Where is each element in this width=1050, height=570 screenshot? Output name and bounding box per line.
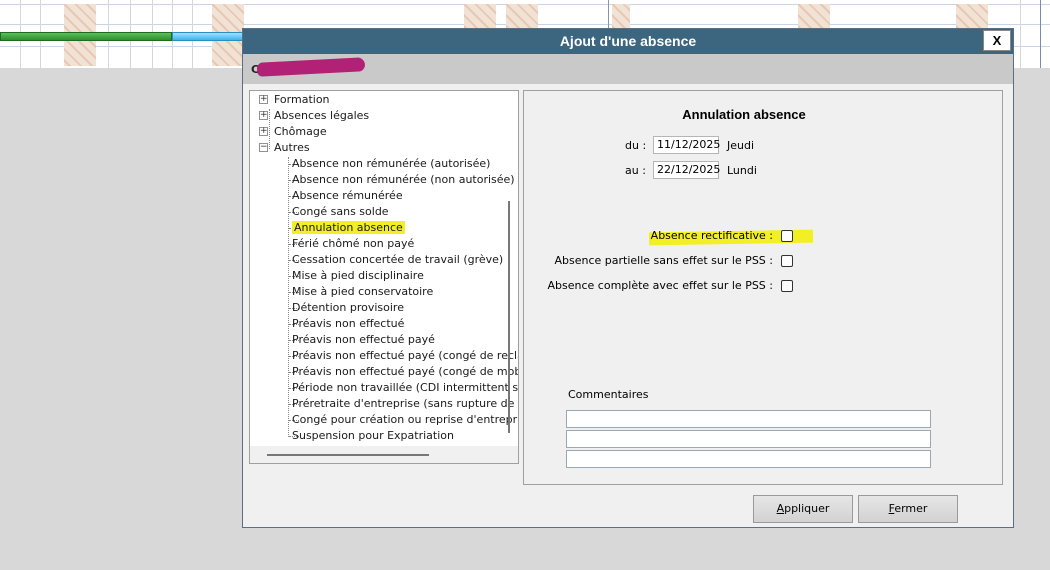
employee-band: C bbox=[243, 54, 1013, 84]
start-date-field[interactable]: 11/12/2025 bbox=[653, 136, 720, 154]
comment-line-2[interactable] bbox=[566, 430, 931, 448]
tree-item-label: Annulation absence bbox=[292, 221, 405, 234]
redaction-scribble bbox=[256, 57, 366, 77]
tree-item-label: Période non travaillée (CDI intermittent… bbox=[292, 381, 519, 394]
tree-item[interactable]: Congé pour création ou reprise d'entrepr… bbox=[292, 412, 519, 428]
absence-complete-label: Absence complète avec effet sur le PSS : bbox=[547, 279, 774, 292]
tree-item[interactable]: Absence non rémunérée (non autorisée) bbox=[292, 172, 515, 188]
tree-item[interactable]: Mise à pied conservatoire bbox=[292, 284, 433, 300]
absence-partielle-label: Absence partielle sans effet sur le PSS … bbox=[554, 254, 774, 267]
tree-item[interactable]: Préretraite d'entreprise (sans rupture d… bbox=[292, 396, 519, 412]
tree-item-label: Congé pour création ou reprise d'entrepr… bbox=[292, 413, 519, 426]
comments-label: Commentaires bbox=[568, 388, 649, 401]
panel-title: Annulation absence bbox=[682, 107, 806, 122]
tree-expand-toggle[interactable]: + bbox=[259, 95, 268, 104]
tree-item-label: Absence non rémunérée (non autorisée) bbox=[292, 173, 515, 186]
absence-type-tree[interactable]: + Formation + Absences légales + Chômage − Autr… bbox=[249, 90, 519, 464]
end-day-label: Lundi bbox=[727, 164, 757, 177]
dialog-title: Ajout d'une absence bbox=[559, 33, 697, 49]
tree-expand-toggle[interactable]: + bbox=[259, 127, 268, 136]
tree-item-label: Préavis non effectué payé bbox=[292, 333, 435, 346]
tree-item[interactable]: Annulation absence bbox=[292, 220, 405, 236]
end-date-field[interactable]: 22/12/2025 bbox=[653, 161, 720, 179]
tree-item-label: Cessation concertée de travail (grève) bbox=[292, 253, 504, 266]
add-absence-dialog: Ajout d'une absence X C + Formation + Absen… bbox=[242, 28, 1014, 528]
tree-category-1[interactable]: Formation bbox=[274, 92, 330, 108]
tree-category-2[interactable]: Absences légales bbox=[274, 108, 369, 124]
tree-item[interactable]: Mise à pied disciplinaire bbox=[292, 268, 424, 284]
tree-item-label: Férié chômé non payé bbox=[292, 237, 415, 250]
tree-item[interactable]: Absence rémunérée bbox=[292, 188, 403, 204]
absence-bar-green[interactable] bbox=[0, 32, 172, 41]
tree-item-label: Congé sans solde bbox=[292, 205, 389, 218]
tree-item[interactable]: Suspension pour Expatriation bbox=[292, 428, 454, 444]
tree-item[interactable]: Préavis non effectué payé (congé de mobi… bbox=[292, 364, 519, 380]
absence-rectificative-checkbox[interactable] bbox=[781, 230, 793, 242]
tree-item-label: Détention provisoire bbox=[292, 301, 404, 314]
tree-item-label: Préavis non effectué bbox=[292, 317, 405, 330]
absence-complete-checkbox[interactable] bbox=[781, 280, 793, 292]
tree-item-label: Mise à pied disciplinaire bbox=[292, 269, 424, 282]
tree-expand-toggle[interactable]: − bbox=[259, 143, 268, 152]
absence-bar-blue[interactable] bbox=[172, 32, 244, 41]
tree-item[interactable]: Détention provisoire bbox=[292, 300, 404, 316]
absence-partielle-checkbox[interactable] bbox=[781, 255, 793, 267]
close-button[interactable]: X bbox=[983, 30, 1011, 51]
tree-item-label: Préretraite d'entreprise (sans rupture d… bbox=[292, 397, 519, 410]
au-label: au : bbox=[625, 164, 646, 177]
tree-item[interactable]: Période non travaillée (CDI intermittent… bbox=[292, 380, 519, 396]
tree-expand-toggle[interactable]: + bbox=[259, 111, 268, 120]
close-form-button[interactable]: Fermer bbox=[858, 495, 958, 523]
tree-item-label: Préavis non effectué payé (congé de recl… bbox=[292, 349, 519, 362]
tree-category-4[interactable]: Autres bbox=[274, 140, 310, 156]
tree-item[interactable]: Cessation concertée de travail (grève) bbox=[292, 252, 503, 268]
tree-item-label: Absence non rémunérée (autorisée) bbox=[292, 157, 491, 170]
tree-item-label: Préavis non effectué payé (congé de mobi… bbox=[292, 365, 519, 378]
tree-horizontal-scrollbar[interactable] bbox=[267, 454, 429, 456]
absence-detail-panel: Annulation absence du : 11/12/2025 Jeudi… bbox=[523, 90, 1003, 485]
du-label: du : bbox=[625, 139, 647, 152]
tree-item[interactable]: Préavis non effectué payé bbox=[292, 332, 435, 348]
absence-rectificative-label: Absence rectificative : bbox=[650, 229, 773, 242]
dialog-titlebar[interactable]: Ajout d'une absence X bbox=[243, 29, 1013, 54]
tree-item[interactable]: Préavis non effectué payé (congé de recl… bbox=[292, 348, 519, 364]
tree-category-3[interactable]: Chômage bbox=[274, 124, 327, 140]
comment-line-1[interactable] bbox=[566, 410, 931, 428]
start-day-label: Jeudi bbox=[727, 139, 755, 152]
tree-item[interactable]: Congé sans solde bbox=[292, 204, 389, 220]
tree-content: + Formation + Absences légales + Chômage − Autr… bbox=[250, 91, 518, 445]
tree-item-label: Mise à pied conservatoire bbox=[292, 285, 434, 298]
tree-item[interactable]: Préavis non effectué bbox=[292, 316, 404, 332]
tree-item-label: Absence rémunérée bbox=[292, 189, 403, 202]
apply-button[interactable]: Appliquer bbox=[753, 495, 853, 523]
tree-vertical-scrollbar[interactable] bbox=[508, 201, 510, 433]
comment-line-3[interactable] bbox=[566, 450, 931, 468]
tree-item-label: Suspension pour Expatriation bbox=[292, 429, 454, 442]
tree-item[interactable]: Absence non rémunérée (autorisée) bbox=[292, 156, 490, 172]
tree-item[interactable]: Férié chômé non payé bbox=[292, 236, 414, 252]
